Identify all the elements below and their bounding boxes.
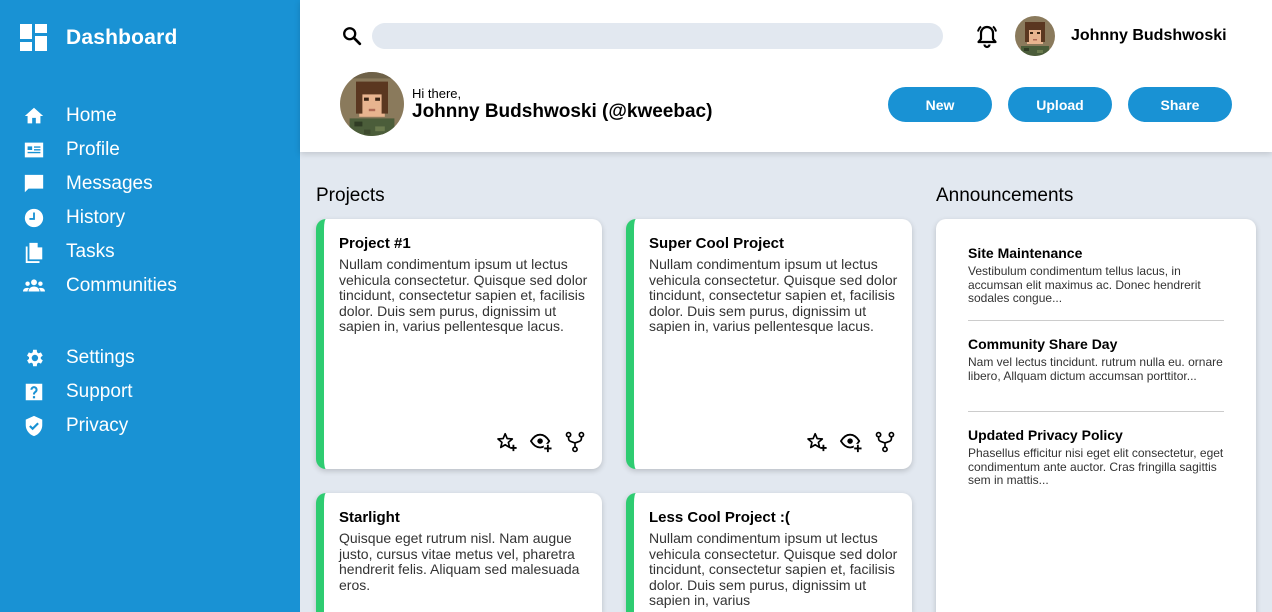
full-name: Johnny Budshwoski (@kweebac) xyxy=(412,101,713,122)
document-icon xyxy=(22,240,46,264)
card-actions xyxy=(496,431,586,453)
upload-button[interactable]: Upload xyxy=(1008,87,1112,122)
sidebar-item-support[interactable]: Support xyxy=(22,375,282,409)
project-card[interactable]: Project #1 Nullam condimentum ipsum ut l… xyxy=(316,219,602,469)
shield-icon xyxy=(22,414,46,438)
announcement-title: Site Maintenance xyxy=(968,245,1083,261)
share-button[interactable]: Share xyxy=(1128,87,1232,122)
divider xyxy=(968,320,1224,321)
project-card[interactable]: Starlight Quisque eget rutrum nisl. Nam … xyxy=(316,493,602,612)
fork-icon[interactable] xyxy=(874,431,896,453)
header: Johnny Budshwoski Hi there, Johnny Budsh… xyxy=(300,0,1272,152)
sidebar-item-label: Privacy xyxy=(66,415,129,436)
announcement-item[interactable]: Site Maintenance Vestibulum condimentum … xyxy=(968,245,1224,306)
profile-card-icon xyxy=(22,138,46,162)
projects-title: Projects xyxy=(316,185,385,206)
sidebar-item-settings[interactable]: Settings xyxy=(22,341,282,375)
sidebar-item-label: Home xyxy=(66,105,117,126)
message-icon xyxy=(22,172,46,196)
clock-icon xyxy=(22,206,46,230)
brand-title: Dashboard xyxy=(66,25,178,49)
avatar[interactable] xyxy=(1015,16,1055,56)
greeting: Hi there, xyxy=(412,86,462,101)
sidebar-item-profile[interactable]: Profile xyxy=(22,133,282,167)
sidebar-item-label: Messages xyxy=(66,173,153,194)
announcement-item[interactable]: Community Share Day Nam vel lectus tinci… xyxy=(968,336,1224,383)
dashboard-logo-icon xyxy=(20,24,47,51)
announcement-body: Phasellus efficitur nisi eget elit conse… xyxy=(968,446,1224,487)
project-title: Super Cool Project xyxy=(649,235,785,252)
user-name[interactable]: Johnny Budshwoski xyxy=(1071,27,1227,45)
bell-icon[interactable] xyxy=(974,23,1000,49)
fork-icon[interactable] xyxy=(564,431,586,453)
sidebar-item-label: Settings xyxy=(66,347,135,368)
sidebar-item-privacy[interactable]: Privacy xyxy=(22,409,282,443)
sidebar-item-messages[interactable]: Messages xyxy=(22,167,282,201)
sidebar-item-communities[interactable]: Communities xyxy=(22,269,282,303)
sidebar-item-label: Profile xyxy=(66,139,120,160)
project-title: Project #1 xyxy=(339,235,411,252)
star-add-icon[interactable] xyxy=(806,431,828,453)
announcement-item[interactable]: Updated Privacy Policy Phasellus efficit… xyxy=(968,427,1224,488)
sidebar: Dashboard Home Profile Messages History xyxy=(0,0,300,612)
sidebar-item-label: History xyxy=(66,207,126,228)
help-icon xyxy=(22,380,46,404)
search-icon[interactable] xyxy=(341,25,363,47)
search-input[interactable] xyxy=(372,23,943,49)
people-icon xyxy=(22,274,46,298)
sidebar-item-label: Communities xyxy=(66,275,177,296)
announcement-title: Community Share Day xyxy=(968,336,1118,352)
divider xyxy=(968,411,1224,412)
new-button[interactable]: New xyxy=(888,87,992,122)
watch-add-icon[interactable] xyxy=(529,431,552,453)
announcement-title: Updated Privacy Policy xyxy=(968,427,1123,443)
sidebar-item-tasks[interactable]: Tasks xyxy=(22,235,282,269)
main-nav: Home Profile Messages History Tasks Comm… xyxy=(22,99,282,303)
profile-avatar xyxy=(340,72,404,136)
brand[interactable]: Dashboard xyxy=(20,24,178,51)
project-description: Quisque eget rutrum nisl. Nam augue just… xyxy=(339,530,580,593)
project-title: Less Cool Project :( xyxy=(649,509,790,526)
star-add-icon[interactable] xyxy=(496,431,518,453)
home-icon xyxy=(22,104,46,128)
project-card[interactable]: Super Cool Project Nullam condimentum ip… xyxy=(626,219,912,469)
project-title: Starlight xyxy=(339,509,400,526)
announcement-body: Nam vel lectus tincidunt. rutrum nulla e… xyxy=(968,355,1223,383)
project-description: Nullam condimentum ipsum ut lectus vehic… xyxy=(649,530,898,608)
card-actions xyxy=(806,431,896,453)
announcement-body: Vestibulum condimentum tellus lacus, in … xyxy=(968,264,1201,305)
project-description: Nullam condimentum ipsum ut lectus vehic… xyxy=(649,256,898,334)
sidebar-item-label: Support xyxy=(66,381,133,402)
project-card[interactable]: Less Cool Project :( Nullam condimentum … xyxy=(626,493,912,612)
sidebar-item-home[interactable]: Home xyxy=(22,99,282,133)
sidebar-item-label: Tasks xyxy=(66,241,115,262)
gear-icon xyxy=(22,346,46,370)
secondary-nav: Settings Support Privacy xyxy=(22,341,282,443)
announcements-panel: Site Maintenance Vestibulum condimentum … xyxy=(936,219,1256,612)
watch-add-icon[interactable] xyxy=(839,431,862,453)
project-description: Nullam condimentum ipsum ut lectus vehic… xyxy=(339,256,588,334)
sidebar-item-history[interactable]: History xyxy=(22,201,282,235)
announcements-title: Announcements xyxy=(936,185,1074,206)
